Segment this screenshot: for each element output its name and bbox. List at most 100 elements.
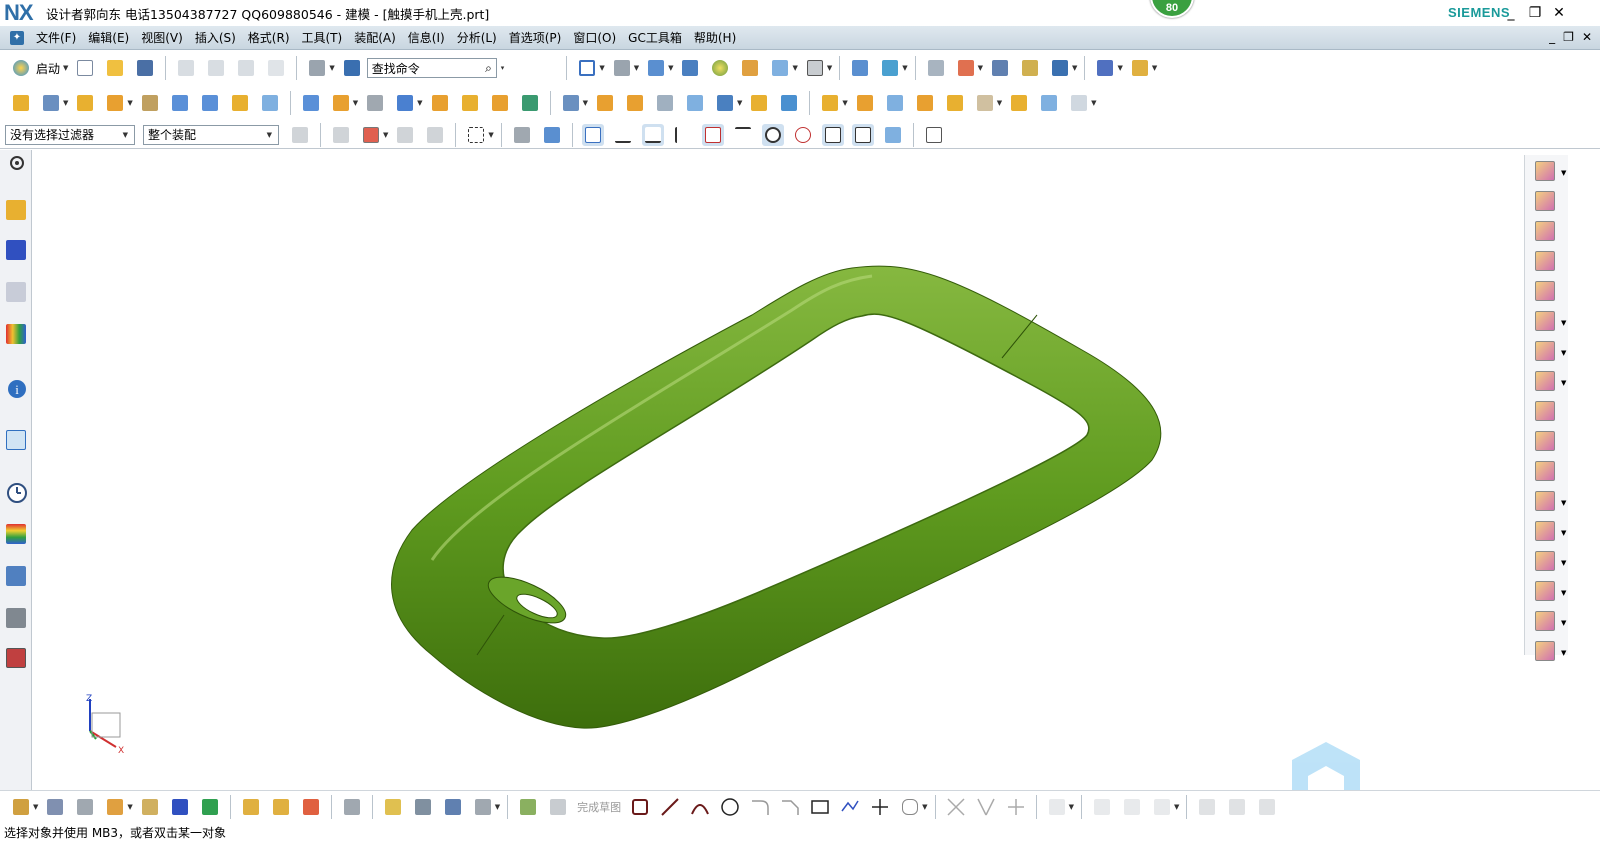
process-studio-icon[interactable] [6,566,28,588]
point-icon[interactable] [869,796,891,818]
measure-distance-icon[interactable] [989,57,1011,79]
zoom-dropdown-icon[interactable]: ▼ [634,64,639,72]
delete-face-dropdown-icon[interactable]: ▼ [1091,99,1096,107]
emboss-icon[interactable] [519,92,541,114]
show-constraints-icon[interactable] [1121,796,1143,818]
view-manager-icon[interactable] [412,796,434,818]
end-point-icon[interactable] [612,124,634,146]
dart-dropdown-icon[interactable]: ▼ [353,99,358,107]
intersection-icon[interactable] [732,124,754,146]
corner-icon[interactable] [1005,796,1027,818]
curve-point-icon[interactable] [672,124,694,146]
sphere-icon[interactable] [709,57,731,79]
filter-icon[interactable] [289,124,311,146]
background-dropdown-icon[interactable]: ▼ [827,64,832,72]
constraint-navigator-icon[interactable] [6,240,28,262]
edge-blend-icon[interactable] [654,92,676,114]
replace-icon[interactable] [300,796,322,818]
restore-dropdown-icon[interactable]: ▼ [1561,619,1566,627]
rectangle-icon[interactable] [809,796,831,818]
shade-icon[interactable] [1535,491,1557,513]
redo-icon[interactable] [265,57,287,79]
trim-icon[interactable] [945,796,967,818]
menu-insert[interactable]: 插入(S) [189,29,242,46]
menu-preferences[interactable]: 首选项(P) [503,29,568,46]
start-icon[interactable] [10,57,32,79]
search-icon[interactable]: ⌕ [485,61,492,76]
existing-point-icon[interactable] [821,123,844,146]
dimension-dropdown-icon[interactable]: ▼ [1069,803,1074,811]
cone-icon[interactable] [459,92,481,114]
doc-close-button[interactable]: ✕ [1582,30,1592,44]
wcs-icon[interactable] [849,57,871,79]
intersect-icon[interactable] [854,92,876,114]
start-dropdown-icon[interactable]: ▼ [63,64,68,72]
move-view-icon[interactable] [1535,191,1557,213]
graphics-window[interactable]: Z X [32,150,1524,818]
arc-center-icon[interactable] [761,123,784,146]
minimize-button[interactable]: _ [1500,2,1522,24]
replace-view-icon[interactable] [1535,311,1557,333]
datum-plane-icon[interactable] [40,92,62,114]
polygon-icon[interactable] [839,796,861,818]
sketch-task-icon[interactable] [517,796,539,818]
split-body-icon[interactable] [748,92,770,114]
rectangle-select-dropdown-icon[interactable]: ▼ [488,131,493,139]
groove-icon[interactable] [300,92,322,114]
sketch-in-task-icon[interactable] [10,92,32,114]
view-up-icon[interactable] [1535,221,1557,243]
history-clock-icon[interactable] [6,482,28,504]
trim-body-icon[interactable] [714,92,736,114]
grid-icon[interactable] [923,124,945,146]
fit-dropdown-icon[interactable]: ▼ [1561,589,1566,597]
point-on-face-icon[interactable] [882,124,904,146]
background-icon[interactable] [804,57,826,79]
fit-dropdown-icon[interactable]: ▼ [599,64,604,72]
create-view-icon[interactable] [1535,281,1557,303]
alternate-solution-icon[interactable] [1196,796,1218,818]
section-dropdown-icon[interactable]: ▼ [792,64,797,72]
select-solid-icon[interactable] [511,124,533,146]
layer-settings-icon[interactable] [925,57,947,79]
thicken-icon[interactable] [914,92,936,114]
sketch-dropdown-icon[interactable]: ▼ [33,803,38,811]
menu-view[interactable]: 视图(V) [135,29,189,46]
move-dropdown-icon[interactable]: ▼ [902,64,907,72]
datum-dropdown-icon[interactable]: ▼ [978,64,983,72]
assembly-scope-select[interactable]: 整个装配 ▼ [143,124,279,145]
view-back-icon[interactable] [1535,251,1557,273]
quadrant-point-icon[interactable] [792,124,814,146]
sew-icon[interactable] [944,92,966,114]
snap-view-icon[interactable] [1049,57,1071,79]
sketch-icon[interactable] [10,796,32,818]
block-icon[interactable] [394,92,416,114]
datum-csys-icon[interactable] [955,57,977,79]
start-label[interactable]: 启动 [36,60,60,77]
section-view-icon[interactable] [769,57,791,79]
boss-icon[interactable] [169,92,191,114]
gear-icon[interactable] [6,152,28,174]
reuse-library-icon[interactable] [6,324,28,346]
snap-view-dropdown-icon[interactable]: ▼ [1561,169,1566,177]
select-sheet-icon[interactable] [541,124,563,146]
datum-plane-dropdown-icon[interactable]: ▼ [63,99,68,107]
tube-icon[interactable] [364,92,386,114]
command-finder-input[interactable]: 查找命令 ⌕ [366,58,497,78]
wave-link-icon[interactable] [240,796,262,818]
pocket-icon[interactable] [199,92,221,114]
hide-icon[interactable] [1535,521,1557,543]
assembly-icon[interactable] [44,796,66,818]
rapid-dimension-icon[interactable] [1046,796,1068,818]
snap-dropdown-icon[interactable]: ▼ [1072,64,1077,72]
web-browser-icon[interactable] [6,430,28,452]
link-icon[interactable] [382,796,404,818]
sphere-icon[interactable] [489,92,511,114]
slot-icon[interactable] [259,92,281,114]
shaded-view-icon[interactable] [645,57,667,79]
move-object-icon[interactable] [879,57,901,79]
product-interface-icon[interactable] [472,796,494,818]
extract-geometry-dropdown-icon[interactable]: ▼ [583,99,588,107]
select-face-icon[interactable] [424,124,446,146]
menu-file[interactable]: 文件(F) [30,29,82,46]
interface-dropdown-icon[interactable]: ▼ [495,803,500,811]
